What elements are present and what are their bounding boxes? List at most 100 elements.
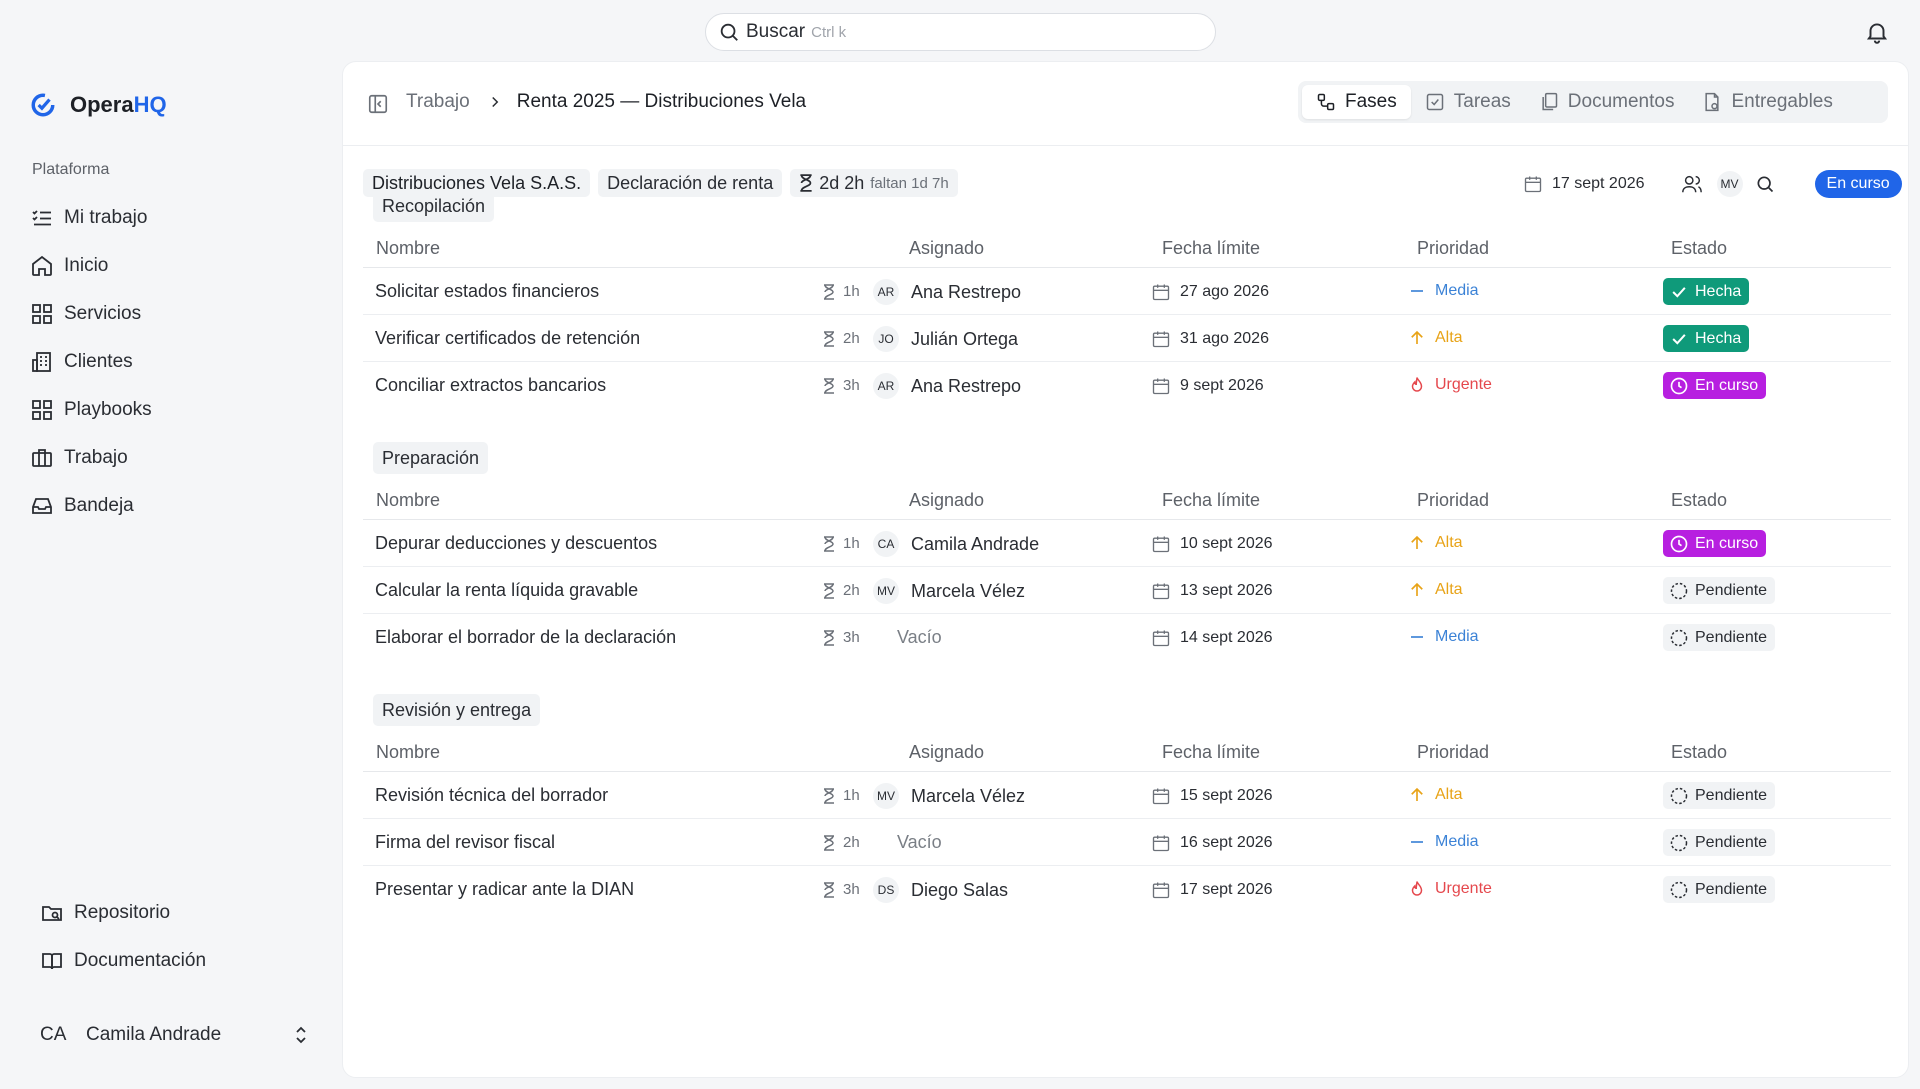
sidebar-item-trabajo[interactable]: Trabajo (30, 434, 320, 482)
col-header-status[interactable]: Estado (1671, 742, 1727, 763)
phase-title[interactable]: Preparación (373, 442, 489, 474)
table-row[interactable]: Conciliar extractos bancarios 3h AR Ana Res… (363, 362, 1891, 409)
status-badge[interactable]: Pendiente (1663, 577, 1776, 604)
col-header-due[interactable]: Fecha límite (1162, 490, 1260, 511)
task-priority[interactable]: Media (1408, 282, 1479, 300)
task-due-date[interactable]: 10 sept 2026 (1151, 534, 1273, 554)
status-value: En curso (1695, 534, 1759, 552)
sidebar-item-mi-trabajo[interactable]: Mi trabajo (30, 194, 320, 242)
task-assignee[interactable]: MV Marcela Vélez (873, 578, 1025, 604)
sidebar-toggle-icon[interactable] (367, 93, 389, 115)
task-priority[interactable]: Media (1408, 628, 1479, 646)
task-assignee[interactable]: JO Julián Ortega (873, 326, 1018, 352)
task-assignee[interactable]: AR Ana Restrepo (873, 279, 1021, 305)
duration-value: 3h (843, 377, 860, 394)
chevron-up-down-icon (296, 1026, 306, 1044)
task-due-date[interactable]: 31 ago 2026 (1151, 329, 1269, 349)
task-due-date[interactable]: 9 sept 2026 (1151, 376, 1264, 396)
sidebar-item-label: Clientes (64, 351, 133, 372)
status-badge[interactable]: Pendiente (1663, 829, 1776, 856)
table-row[interactable]: Presentar y radicar ante la DIAN 3h DS Dieg… (363, 866, 1891, 913)
task-name[interactable]: Calcular la renta líquida gravable (375, 580, 638, 601)
col-header-due[interactable]: Fecha límite (1162, 742, 1260, 763)
task-name[interactable]: Revisión técnica del borrador (375, 785, 608, 806)
table-row[interactable]: Revisión técnica del borrador 1h MV Marcela… (363, 772, 1891, 819)
task-assignee-empty[interactable]: Vacío (897, 627, 942, 648)
status-badge[interactable]: Hecha (1663, 278, 1750, 305)
task-priority[interactable]: Alta (1408, 534, 1463, 552)
search-bar[interactable]: Buscar Ctrl k (705, 13, 1216, 51)
col-header-name[interactable]: Nombre (376, 490, 440, 511)
col-header-status[interactable]: Estado (1671, 490, 1727, 511)
col-header-name[interactable]: Nombre (376, 238, 440, 259)
task-priority[interactable]: Urgente (1408, 880, 1492, 898)
task-name[interactable]: Verificar certificados de retención (375, 328, 640, 349)
sidebar-item-documentacion[interactable]: Documentación (40, 937, 320, 985)
task-priority[interactable]: Urgente (1408, 376, 1492, 394)
breadcrumb-parent[interactable]: Trabajo (406, 91, 470, 113)
sidebar-item-playbooks[interactable]: Playbooks (30, 386, 320, 434)
task-due-date[interactable]: 16 sept 2026 (1151, 833, 1273, 853)
task-due-date[interactable]: 13 sept 2026 (1151, 581, 1273, 601)
tab-tareas[interactable]: Tareas (1411, 85, 1525, 119)
priority-value: Urgente (1435, 376, 1492, 393)
brand-logo[interactable]: OperaHQ (30, 92, 167, 118)
col-header-assignee[interactable]: Asignado (909, 238, 984, 259)
task-name[interactable]: Solicitar estados financieros (375, 281, 599, 302)
col-header-due[interactable]: Fecha límite (1162, 238, 1260, 259)
task-due-date[interactable]: 14 sept 2026 (1151, 628, 1273, 648)
table-row[interactable]: Firma del revisor fiscal 2h Vacío 16 sept 2… (363, 819, 1891, 866)
status-badge[interactable]: Pendiente (1663, 624, 1776, 651)
col-header-status[interactable]: Estado (1671, 238, 1727, 259)
task-due-date[interactable]: 27 ago 2026 (1151, 282, 1269, 302)
task-priority[interactable]: Alta (1408, 329, 1463, 347)
sidebar-item-repositorio[interactable]: Repositorio (40, 889, 320, 937)
sidebar-item-bandeja[interactable]: Bandeja (30, 482, 320, 530)
sidebar-item-servicios[interactable]: Servicios (30, 290, 320, 338)
sidebar-item-inicio[interactable]: Inicio (30, 242, 320, 290)
col-header-priority[interactable]: Prioridad (1417, 238, 1489, 259)
task-name[interactable]: Presentar y radicar ante la DIAN (375, 879, 634, 900)
tab-fases[interactable]: Fases (1302, 85, 1411, 119)
status-badge[interactable]: Hecha (1663, 325, 1750, 352)
task-name[interactable]: Conciliar extractos bancarios (375, 375, 606, 396)
col-header-priority[interactable]: Prioridad (1417, 742, 1489, 763)
tab-documentos[interactable]: Documentos (1525, 85, 1689, 119)
col-header-assignee[interactable]: Asignado (909, 742, 984, 763)
status-badge[interactable]: En curso (1663, 530, 1767, 557)
avatar: MV (873, 578, 899, 604)
task-due-date[interactable]: 15 sept 2026 (1151, 786, 1273, 806)
task-assignee[interactable]: MV Marcela Vélez (873, 783, 1025, 809)
task-assignee-empty[interactable]: Vacío (897, 832, 942, 853)
task-assignee[interactable]: DS Diego Salas (873, 877, 1008, 903)
notifications-bell-icon[interactable] (1864, 18, 1890, 46)
table-row[interactable]: Solicitar estados financieros 1h AR Ana Res… (363, 268, 1891, 315)
col-header-priority[interactable]: Prioridad (1417, 490, 1489, 511)
task-due-date[interactable]: 17 sept 2026 (1151, 880, 1273, 900)
tab-entregables[interactable]: Entregables (1688, 85, 1846, 119)
phase-title[interactable]: Revisión y entrega (373, 694, 541, 726)
task-name[interactable]: Firma del revisor fiscal (375, 832, 555, 853)
task-name[interactable]: Depurar deducciones y descuentos (375, 533, 657, 554)
table-row[interactable]: Depurar deducciones y descuentos 1h CA Cami… (363, 520, 1891, 567)
table-row[interactable]: Verificar certificados de retención 2h JO J… (363, 315, 1891, 362)
phases-icon (1317, 93, 1335, 111)
table-row[interactable]: Calcular la renta líquida gravable 2h MV Ma… (363, 567, 1891, 614)
task-priority[interactable]: Alta (1408, 786, 1463, 804)
sidebar-item-clientes[interactable]: Clientes (30, 338, 320, 386)
duration-value: 2h (843, 330, 860, 347)
col-header-name[interactable]: Nombre (376, 742, 440, 763)
task-assignee[interactable]: AR Ana Restrepo (873, 373, 1021, 399)
task-assignee[interactable]: CA Camila Andrade (873, 531, 1039, 557)
status-badge[interactable]: Pendiente (1663, 782, 1776, 809)
col-header-assignee[interactable]: Asignado (909, 490, 984, 511)
task-priority[interactable]: Media (1408, 833, 1479, 851)
status-badge[interactable]: Pendiente (1663, 876, 1776, 903)
phase-title[interactable]: Recopilación (373, 190, 495, 222)
task-name[interactable]: Elaborar el borrador de la declaración (375, 627, 676, 648)
table-row[interactable]: Elaborar el borrador de la declaración 3h… (363, 614, 1891, 661)
priority-value: Alta (1435, 786, 1463, 803)
status-badge[interactable]: En curso (1663, 372, 1767, 399)
user-menu[interactable]: CA Camila Andrade (40, 1017, 310, 1053)
task-priority[interactable]: Alta (1408, 581, 1463, 599)
